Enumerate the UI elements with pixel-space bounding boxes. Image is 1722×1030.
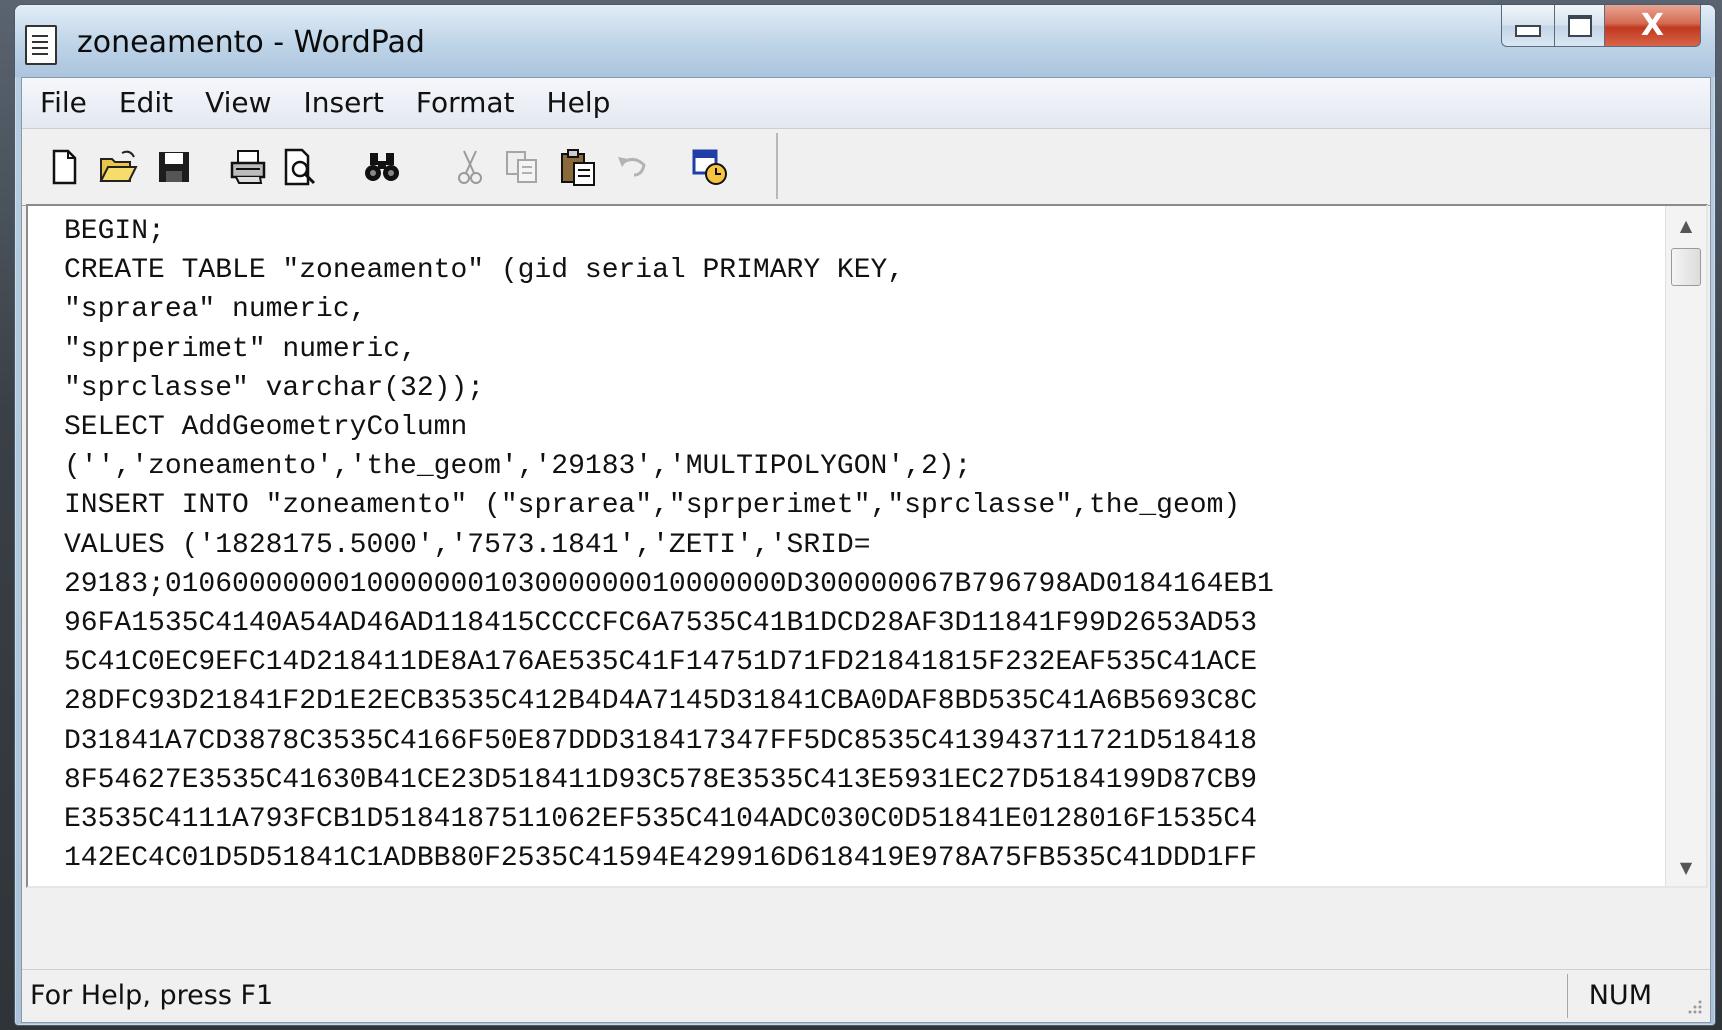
close-icon: X — [1640, 8, 1665, 43]
menu-edit[interactable]: Edit — [105, 78, 191, 128]
save-button[interactable] — [152, 145, 196, 189]
text-line: "sprarea" numeric, — [64, 294, 367, 326]
copy-icon — [506, 151, 537, 183]
menu-format[interactable]: Format — [402, 78, 533, 128]
text-line: INSERT INTO "zoneamento" ("sprarea","spr… — [64, 490, 1241, 522]
caption-buttons: X — [1501, 5, 1701, 51]
print-preview-icon — [284, 148, 316, 186]
toolbar — [22, 129, 1710, 206]
cut-icon — [458, 150, 482, 184]
menu-view[interactable]: View — [191, 78, 289, 128]
menu-bar: File Edit View Insert Format Help — [22, 78, 1710, 129]
find-button[interactable] — [360, 145, 404, 189]
status-divider — [1567, 974, 1568, 1018]
text-line: "sprperimet" numeric, — [64, 333, 417, 365]
text-line: SELECT AddGeometryColumn — [64, 412, 468, 444]
date-time-icon — [692, 149, 727, 185]
print-preview-button[interactable] — [278, 145, 322, 189]
num-lock-indicator: NUM — [1588, 980, 1652, 1011]
text-line: 28DFC93D21841F2D1E2ECB3535C412B4D4A7145D… — [64, 686, 1257, 718]
save-icon — [159, 152, 189, 182]
minimize-button[interactable] — [1501, 5, 1555, 47]
status-help-text: For Help, press F1 — [30, 980, 274, 1011]
menu-help[interactable]: Help — [533, 78, 629, 128]
text-line: 5C41C0EC9EFC14D218411DE8A176AE535C41F147… — [64, 647, 1257, 679]
text-line: "sprclasse" varchar(32)); — [64, 372, 485, 404]
copy-button[interactable] — [500, 145, 544, 189]
arrow-up-icon: ▲ — [1679, 215, 1693, 235]
find-icon — [365, 153, 399, 181]
scroll-up-button[interactable]: ▲ — [1666, 206, 1706, 244]
print-button[interactable] — [226, 145, 270, 189]
date-time-button[interactable] — [688, 145, 732, 189]
vertical-scrollbar[interactable]: ▲ ▼ — [1665, 206, 1706, 886]
maximize-icon — [1567, 14, 1592, 37]
scroll-down-button[interactable]: ▼ — [1666, 848, 1706, 886]
minimize-icon — [1515, 24, 1541, 37]
wordpad-app-icon[interactable] — [25, 25, 57, 65]
scroll-thumb[interactable] — [1671, 248, 1701, 286]
menu-file[interactable]: File — [26, 78, 105, 128]
document-editor[interactable]: BEGIN; CREATE TABLE "zoneamento" (gid se… — [26, 204, 1708, 888]
undo-icon — [618, 157, 646, 177]
menu-insert[interactable]: Insert — [290, 78, 402, 128]
close-button[interactable]: X — [1605, 5, 1701, 47]
open-button[interactable] — [96, 145, 140, 189]
maximize-button[interactable] — [1555, 5, 1605, 47]
toolbar-band — [26, 133, 778, 199]
new-document-icon — [52, 149, 77, 185]
text-line: E3535C4111A793FCB1D5184187511062EF535C41… — [64, 804, 1257, 836]
text-line: D31841A7CD3878C3535C4166F50E87DDD3184173… — [64, 725, 1257, 757]
arrow-down-icon: ▼ — [1679, 857, 1693, 877]
text-line: CREATE TABLE "zoneamento" (gid serial PR… — [64, 255, 905, 287]
text-line: VALUES ('1828175.5000','7573.1841','ZETI… — [64, 529, 871, 561]
status-bar: For Help, press F1 NUM — [22, 969, 1710, 1022]
undo-button[interactable] — [610, 145, 654, 189]
wordpad-window: zoneamento - WordPad X File Edit View In… — [14, 4, 1716, 1026]
text-line: BEGIN; — [64, 216, 165, 247]
window-title: zoneamento - WordPad — [77, 25, 425, 60]
client-area: File Edit View Insert Format Help BEGIN;… — [21, 77, 1711, 1023]
paste-icon — [561, 149, 595, 186]
document-text[interactable]: BEGIN; CREATE TABLE "zoneamento" (gid se… — [64, 212, 1274, 878]
text-line: 29183;0106000000010000000103000000010000… — [64, 568, 1274, 600]
text-line: 142EC4C01D5D51841C1ADBB80F2535C41594E429… — [64, 843, 1257, 875]
text-line: 8F54627E3535C41630B41CE23D518411D93C578E… — [64, 764, 1257, 796]
print-icon — [230, 150, 266, 184]
new-document-button[interactable] — [42, 145, 86, 189]
title-bar[interactable]: zoneamento - WordPad X — [15, 5, 1715, 77]
open-folder-icon — [99, 150, 138, 182]
paste-button[interactable] — [556, 145, 600, 189]
cut-button[interactable] — [448, 145, 492, 189]
text-line: ('','zoneamento','the_geom','29183','MUL… — [64, 451, 972, 483]
resize-grip-icon[interactable] — [1684, 996, 1704, 1016]
text-line: 96FA1535C4140A54AD46AD118415CCCCFC6A7535… — [64, 608, 1257, 640]
